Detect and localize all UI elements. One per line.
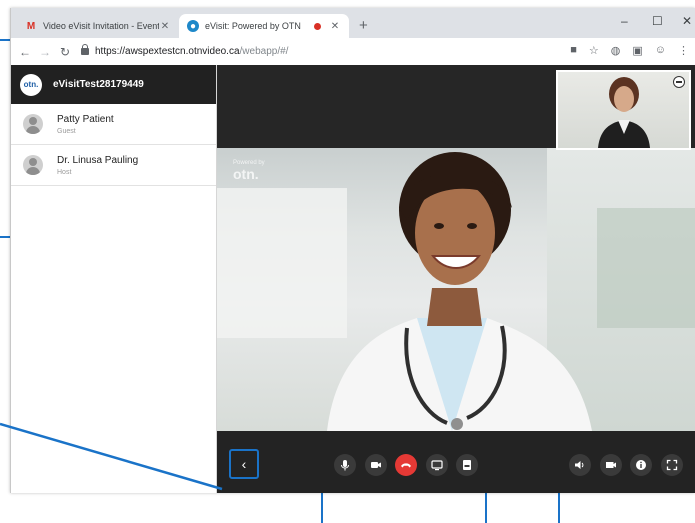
info-icon — [636, 460, 646, 470]
bookmark-star-icon[interactable]: ☆ — [589, 44, 599, 57]
microphone-icon — [341, 460, 349, 471]
screen-share-button[interactable] — [426, 454, 448, 476]
browser-toolbar: ← → ↻ https://awspextestcn.otnvideo.ca/w… — [11, 38, 695, 65]
close-tab-icon[interactable]: ✕ — [159, 21, 171, 32]
participant-item[interactable]: Patty Patient Guest — [11, 104, 216, 145]
reload-icon[interactable]: ↻ — [55, 45, 75, 59]
camera-button[interactable] — [365, 454, 387, 476]
camera-switch-button[interactable] — [600, 454, 622, 476]
extension-2-icon[interactable]: ▣ — [632, 44, 642, 57]
hang-up-button[interactable] — [395, 454, 417, 476]
minimize-icon[interactable]: – — [621, 14, 628, 28]
gmail-icon: M — [26, 20, 36, 32]
screen-share-icon — [431, 460, 443, 471]
otn-logo: otn. — [20, 73, 42, 96]
participants-sidebar: otn. eVisitTest28179449 Patty Patient Gu… — [11, 65, 217, 493]
volume-button[interactable] — [569, 454, 591, 476]
camera-switch-icon — [606, 462, 616, 468]
menu-dots-icon[interactable]: ⋮ — [678, 44, 689, 57]
participant-name: Dr. Linusa Pauling — [57, 154, 139, 166]
participant-role: Guest — [57, 127, 76, 135]
url-host: https://awspextestcn.otnvideo.ca — [95, 46, 240, 57]
video-area: Powered by otn. ‹ — [217, 65, 695, 493]
close-window-icon[interactable]: ✕ — [682, 14, 692, 28]
camera-icon — [371, 462, 381, 468]
watermark-logo-text: otn. — [233, 166, 259, 182]
evisit-app: otn. eVisitTest28179449 Patty Patient Gu… — [11, 65, 695, 493]
self-view-figure — [598, 77, 650, 148]
participant-role: Host — [57, 168, 72, 176]
collapse-sidebar-button[interactable]: ‹ — [229, 449, 259, 479]
forward-arrow-icon[interactable]: → — [35, 45, 55, 59]
back-arrow-icon[interactable]: ← — [15, 45, 35, 59]
browser-window: M Video eVisit Invitation - Event ID ✕ ●… — [10, 8, 695, 493]
toolbar-icons: ■ ☆ ◍ ▣ ☺ ⋮ — [570, 44, 689, 57]
call-controls: ‹ — [217, 431, 695, 493]
pdf-icon — [463, 460, 471, 470]
volume-icon — [575, 461, 584, 469]
pdf-button[interactable] — [456, 454, 478, 476]
tab-title: Video eVisit Invitation - Event ID — [43, 21, 159, 31]
minimize-self-view-icon[interactable] — [673, 76, 685, 88]
profile-icon[interactable]: ☺ — [655, 44, 666, 57]
microphone-button[interactable] — [334, 454, 356, 476]
room-name: eVisitTest28179449 — [53, 79, 144, 90]
url-path: /webapp/#/ — [239, 46, 289, 57]
participant-item[interactable]: Dr. Linusa Pauling Host — [11, 145, 216, 186]
remote-video: Powered by otn. — [217, 148, 695, 431]
doctor-figure — [327, 152, 592, 431]
close-tab-icon[interactable]: ✕ — [329, 21, 341, 32]
address-bar[interactable]: https://awspextestcn.otnvideo.ca/webapp/… — [81, 42, 561, 62]
fullscreen-button[interactable] — [661, 454, 683, 476]
self-view-video[interactable] — [556, 70, 691, 150]
participant-name: Patty Patient — [57, 113, 114, 125]
tab-gmail[interactable]: M Video eVisit Invitation - Event ID ✕ — [17, 14, 179, 38]
camera-indicator-icon[interactable]: ■ — [570, 44, 577, 57]
avatar — [23, 155, 43, 175]
recording-icon — [314, 22, 321, 30]
maximize-icon[interactable]: ☐ — [652, 14, 663, 28]
screenshot-stage: M Video eVisit Invitation - Event ID ✕ ●… — [0, 0, 695, 523]
otn-icon: ● — [187, 20, 199, 32]
tab-evisit[interactable]: ● eVisit: Powered by OTN ✕ — [179, 14, 349, 38]
extension-icon[interactable]: ◍ — [611, 44, 621, 57]
sidebar-header: otn. eVisitTest28179449 — [11, 65, 216, 104]
hang-up-icon — [401, 463, 411, 468]
fullscreen-icon — [666, 459, 678, 471]
lock-icon — [81, 44, 89, 55]
otn-watermark: Powered by otn. — [233, 160, 265, 182]
avatar — [23, 114, 43, 134]
info-button[interactable] — [630, 454, 652, 476]
tab-strip: M Video eVisit Invitation - Event ID ✕ ●… — [11, 8, 695, 38]
tab-title: eVisit: Powered by OTN — [205, 21, 301, 31]
new-tab-icon[interactable]: + — [359, 17, 368, 34]
